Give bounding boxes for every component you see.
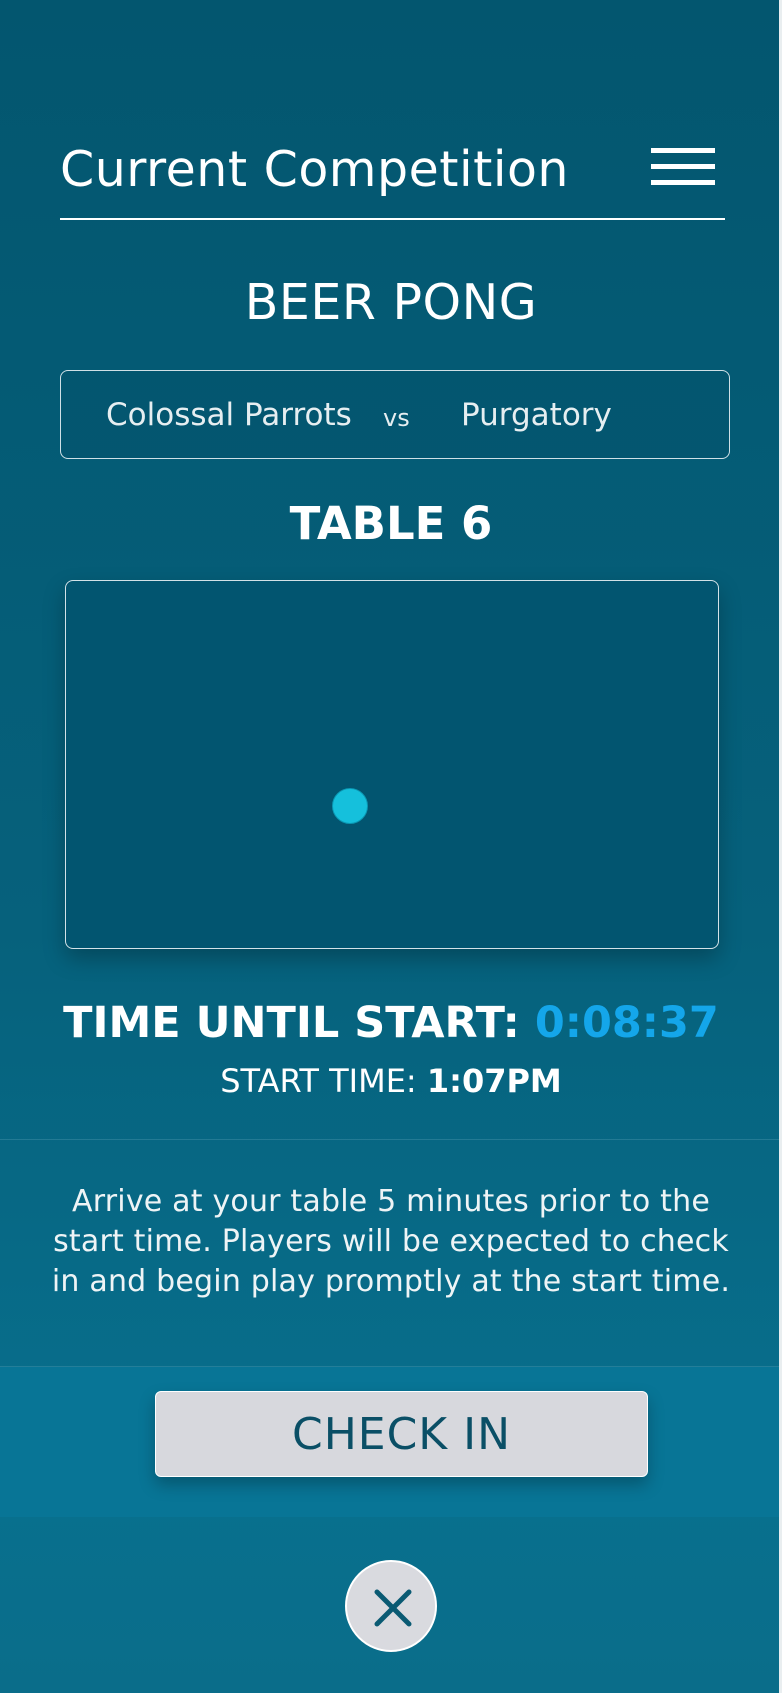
team-a-name: Colossal Parrots [106, 397, 352, 433]
screen: Current Competition BEER PONG Colossal P… [0, 0, 782, 1693]
action-band: CHECK IN [0, 1367, 779, 1517]
menu-bar [651, 180, 715, 185]
countdown: TIME UNTIL START: 0:08:37 [0, 995, 779, 1051]
versus-label: vs [383, 404, 410, 432]
close-button[interactable] [345, 1560, 437, 1652]
table-label: TABLE 6 [289, 497, 493, 550]
countdown-value: 0:08:37 [534, 998, 719, 1048]
start-time-label: START TIME: [220, 1062, 417, 1100]
check-in-button[interactable]: CHECK IN [155, 1391, 648, 1477]
start-time: START TIME: 1:07PM [0, 1060, 779, 1102]
game-title: BEER PONG [244, 274, 538, 331]
check-in-instructions: Arrive at your table 5 minutes prior to … [51, 1184, 731, 1299]
menu-bar [651, 164, 715, 169]
page-title: Current Competition [60, 141, 569, 198]
section-divider [0, 1139, 779, 1140]
table-map [65, 580, 719, 949]
team-b-name: Purgatory [461, 397, 612, 433]
start-time-value: 1:07PM [426, 1062, 562, 1100]
header-divider [60, 218, 725, 220]
countdown-label: TIME UNTIL START: [63, 998, 520, 1048]
menu-bar [651, 148, 715, 153]
hamburger-menu-icon[interactable] [651, 148, 715, 186]
close-icon [374, 1589, 412, 1627]
table-location-marker [332, 788, 368, 824]
competition-panel: Current Competition BEER PONG Colossal P… [0, 0, 782, 1693]
matchup-card: Colossal Parrots vs Purgatory [60, 370, 730, 459]
